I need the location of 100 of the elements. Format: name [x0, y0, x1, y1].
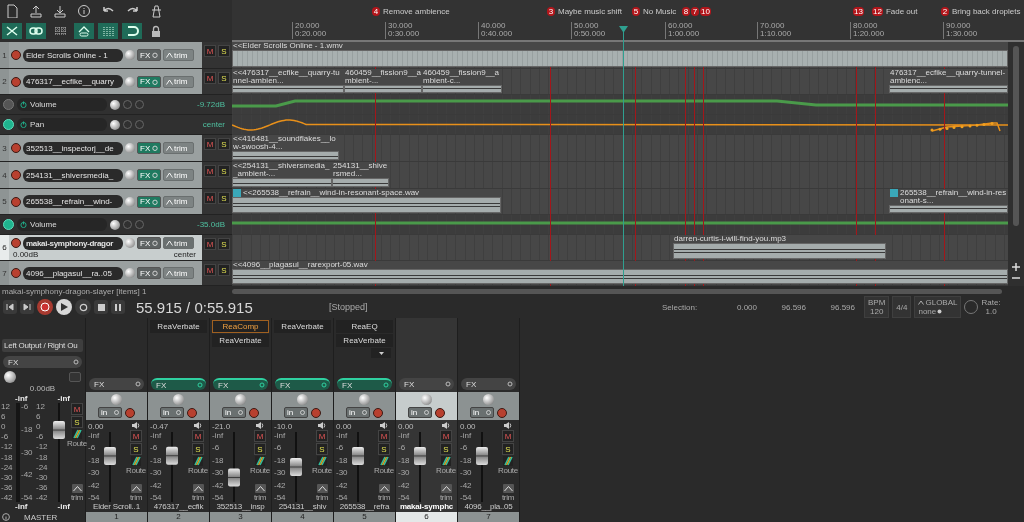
marker-number[interactable]: 8: [682, 7, 690, 16]
fx-slot[interactable]: ReaEQ: [336, 320, 393, 333]
new-file-icon[interactable]: [5, 4, 19, 18]
audio-waveform[interactable]: [232, 85, 344, 93]
record-arm-button[interactable]: [11, 268, 21, 278]
mute-button[interactable]: M: [440, 430, 452, 442]
toolbar-toggle[interactable]: [2, 23, 22, 39]
trim-envelope-icon[interactable]: [502, 484, 514, 493]
vertical-scrollbar[interactable]: [1008, 42, 1024, 286]
metronome-icon[interactable]: [149, 4, 163, 18]
record-arm-button[interactable]: [11, 143, 21, 153]
mute-button[interactable]: M: [204, 165, 216, 177]
fx-slot[interactable]: ReaVerbate: [274, 320, 331, 333]
fader-handle[interactable]: [414, 446, 426, 465]
record-arm-button[interactable]: [435, 407, 445, 418]
record-arm-button[interactable]: [125, 407, 135, 418]
route-icon[interactable]: [255, 456, 265, 466]
trim-envelope-icon[interactable]: [440, 484, 452, 493]
envelope-toggle[interactable]: [3, 99, 14, 110]
fader-handle[interactable]: [53, 420, 65, 439]
trim-envelope-icon[interactable]: [192, 484, 204, 493]
trim-button[interactable]: trim: [163, 142, 194, 154]
audio-waveform[interactable]: [344, 85, 422, 93]
selection-value[interactable]: 96.596: [760, 302, 806, 312]
info-icon[interactable]: [2, 513, 10, 521]
horizontal-scrollbar[interactable]: [232, 288, 1002, 294]
solo-button[interactable]: S: [218, 45, 230, 57]
fx-button[interactable]: FX: [89, 378, 144, 390]
marker-number[interactable]: 12: [872, 7, 883, 16]
fader-handle[interactable]: [290, 458, 302, 476]
fx-button[interactable]: FX: [151, 378, 206, 390]
marker-number[interactable]: 10: [700, 7, 711, 16]
selection-value[interactable]: 0.000: [711, 302, 757, 312]
mute-button[interactable]: M: [204, 72, 216, 84]
track-name-field[interactable]: 254131__shiversmedia_: [23, 168, 123, 182]
speaker-icon[interactable]: [442, 422, 450, 429]
toolbar-toggle[interactable]: [26, 23, 46, 39]
solo-button[interactable]: S: [378, 443, 390, 455]
route-icon[interactable]: [503, 456, 513, 466]
mute-button[interactable]: M: [71, 403, 83, 415]
track-name-field[interactable]: 4096__plagasul__ra..05: [23, 266, 123, 280]
record-arm-button[interactable]: [497, 407, 507, 418]
stop-button[interactable]: [94, 300, 108, 314]
input-button[interactable]: in: [470, 407, 494, 418]
marker-number[interactable]: 13: [853, 7, 864, 16]
output-selector[interactable]: Left Output / Right Ou: [2, 339, 83, 352]
input-button[interactable]: in: [346, 407, 370, 418]
mute-button[interactable]: M: [502, 430, 514, 442]
record-arm-button[interactable]: [373, 407, 383, 418]
route-icon[interactable]: [441, 456, 451, 466]
fx-button[interactable]: FX: [137, 75, 161, 88]
fx-button[interactable]: FX: [337, 378, 392, 390]
audio-waveform[interactable]: [232, 269, 1008, 284]
fx-button[interactable]: FX: [137, 49, 161, 61]
envelope-name-field[interactable]: Volume: [17, 98, 107, 111]
route-icon[interactable]: [317, 456, 327, 466]
audio-waveform[interactable]: [232, 151, 339, 160]
solo-button[interactable]: S: [218, 264, 230, 276]
envelope-toggle[interactable]: [3, 219, 14, 230]
marker-number[interactable]: 5: [632, 7, 640, 16]
go-to-start-button[interactable]: [3, 300, 17, 314]
audio-waveform[interactable]: [332, 178, 389, 187]
record-arm-button[interactable]: [11, 196, 21, 207]
fx-button[interactable]: FX: [213, 378, 268, 390]
solo-button[interactable]: S: [218, 165, 230, 177]
track-name-field[interactable]: Elder Scrolls Online - 1: [23, 48, 123, 62]
trim-button[interactable]: trim: [163, 75, 194, 88]
pan-knob[interactable]: [4, 371, 16, 383]
envelope-knob[interactable]: [110, 99, 120, 110]
volume-knob[interactable]: [125, 196, 135, 207]
mute-button[interactable]: M: [204, 138, 216, 150]
solo-button[interactable]: S: [71, 416, 83, 428]
trim-button[interactable]: trim: [163, 267, 194, 279]
mute-button[interactable]: M: [192, 430, 204, 442]
speaker-icon[interactable]: [504, 422, 512, 429]
marker-number[interactable]: 3: [547, 7, 555, 16]
track-name-field[interactable]: 476317__ecfike__quarry: [23, 75, 123, 88]
track-name-field[interactable]: makai-symphony-dragor: [23, 236, 123, 250]
trim-envelope-icon[interactable]: [316, 484, 328, 493]
mute-button[interactable]: M: [254, 430, 266, 442]
video-clip[interactable]: [232, 50, 1008, 67]
speaker-icon[interactable]: [256, 422, 264, 429]
record-arm-button[interactable]: [249, 407, 259, 418]
fader-handle[interactable]: [166, 447, 178, 466]
record-arm-button[interactable]: [311, 407, 321, 418]
mute-button[interactable]: M: [130, 430, 142, 442]
audio-waveform[interactable]: [232, 178, 332, 187]
fx-button[interactable]: FX: [137, 142, 161, 154]
mute-button[interactable]: M: [204, 45, 216, 57]
envelope-name-field[interactable]: Pan: [17, 118, 107, 131]
mute-button[interactable]: M: [378, 430, 390, 442]
record-arm-button[interactable]: [187, 407, 197, 418]
volume-envelope[interactable]: [232, 99, 1008, 108]
envelope-toggle[interactable]: [3, 119, 14, 130]
fx-list-dropdown[interactable]: [371, 348, 391, 358]
bpm-box[interactable]: BPM 120: [864, 296, 890, 318]
toolbar-toggle[interactable]: [122, 23, 142, 39]
trim-envelope-icon[interactable]: [130, 484, 142, 493]
route-icon[interactable]: [72, 429, 82, 439]
input-button[interactable]: in: [222, 407, 246, 418]
